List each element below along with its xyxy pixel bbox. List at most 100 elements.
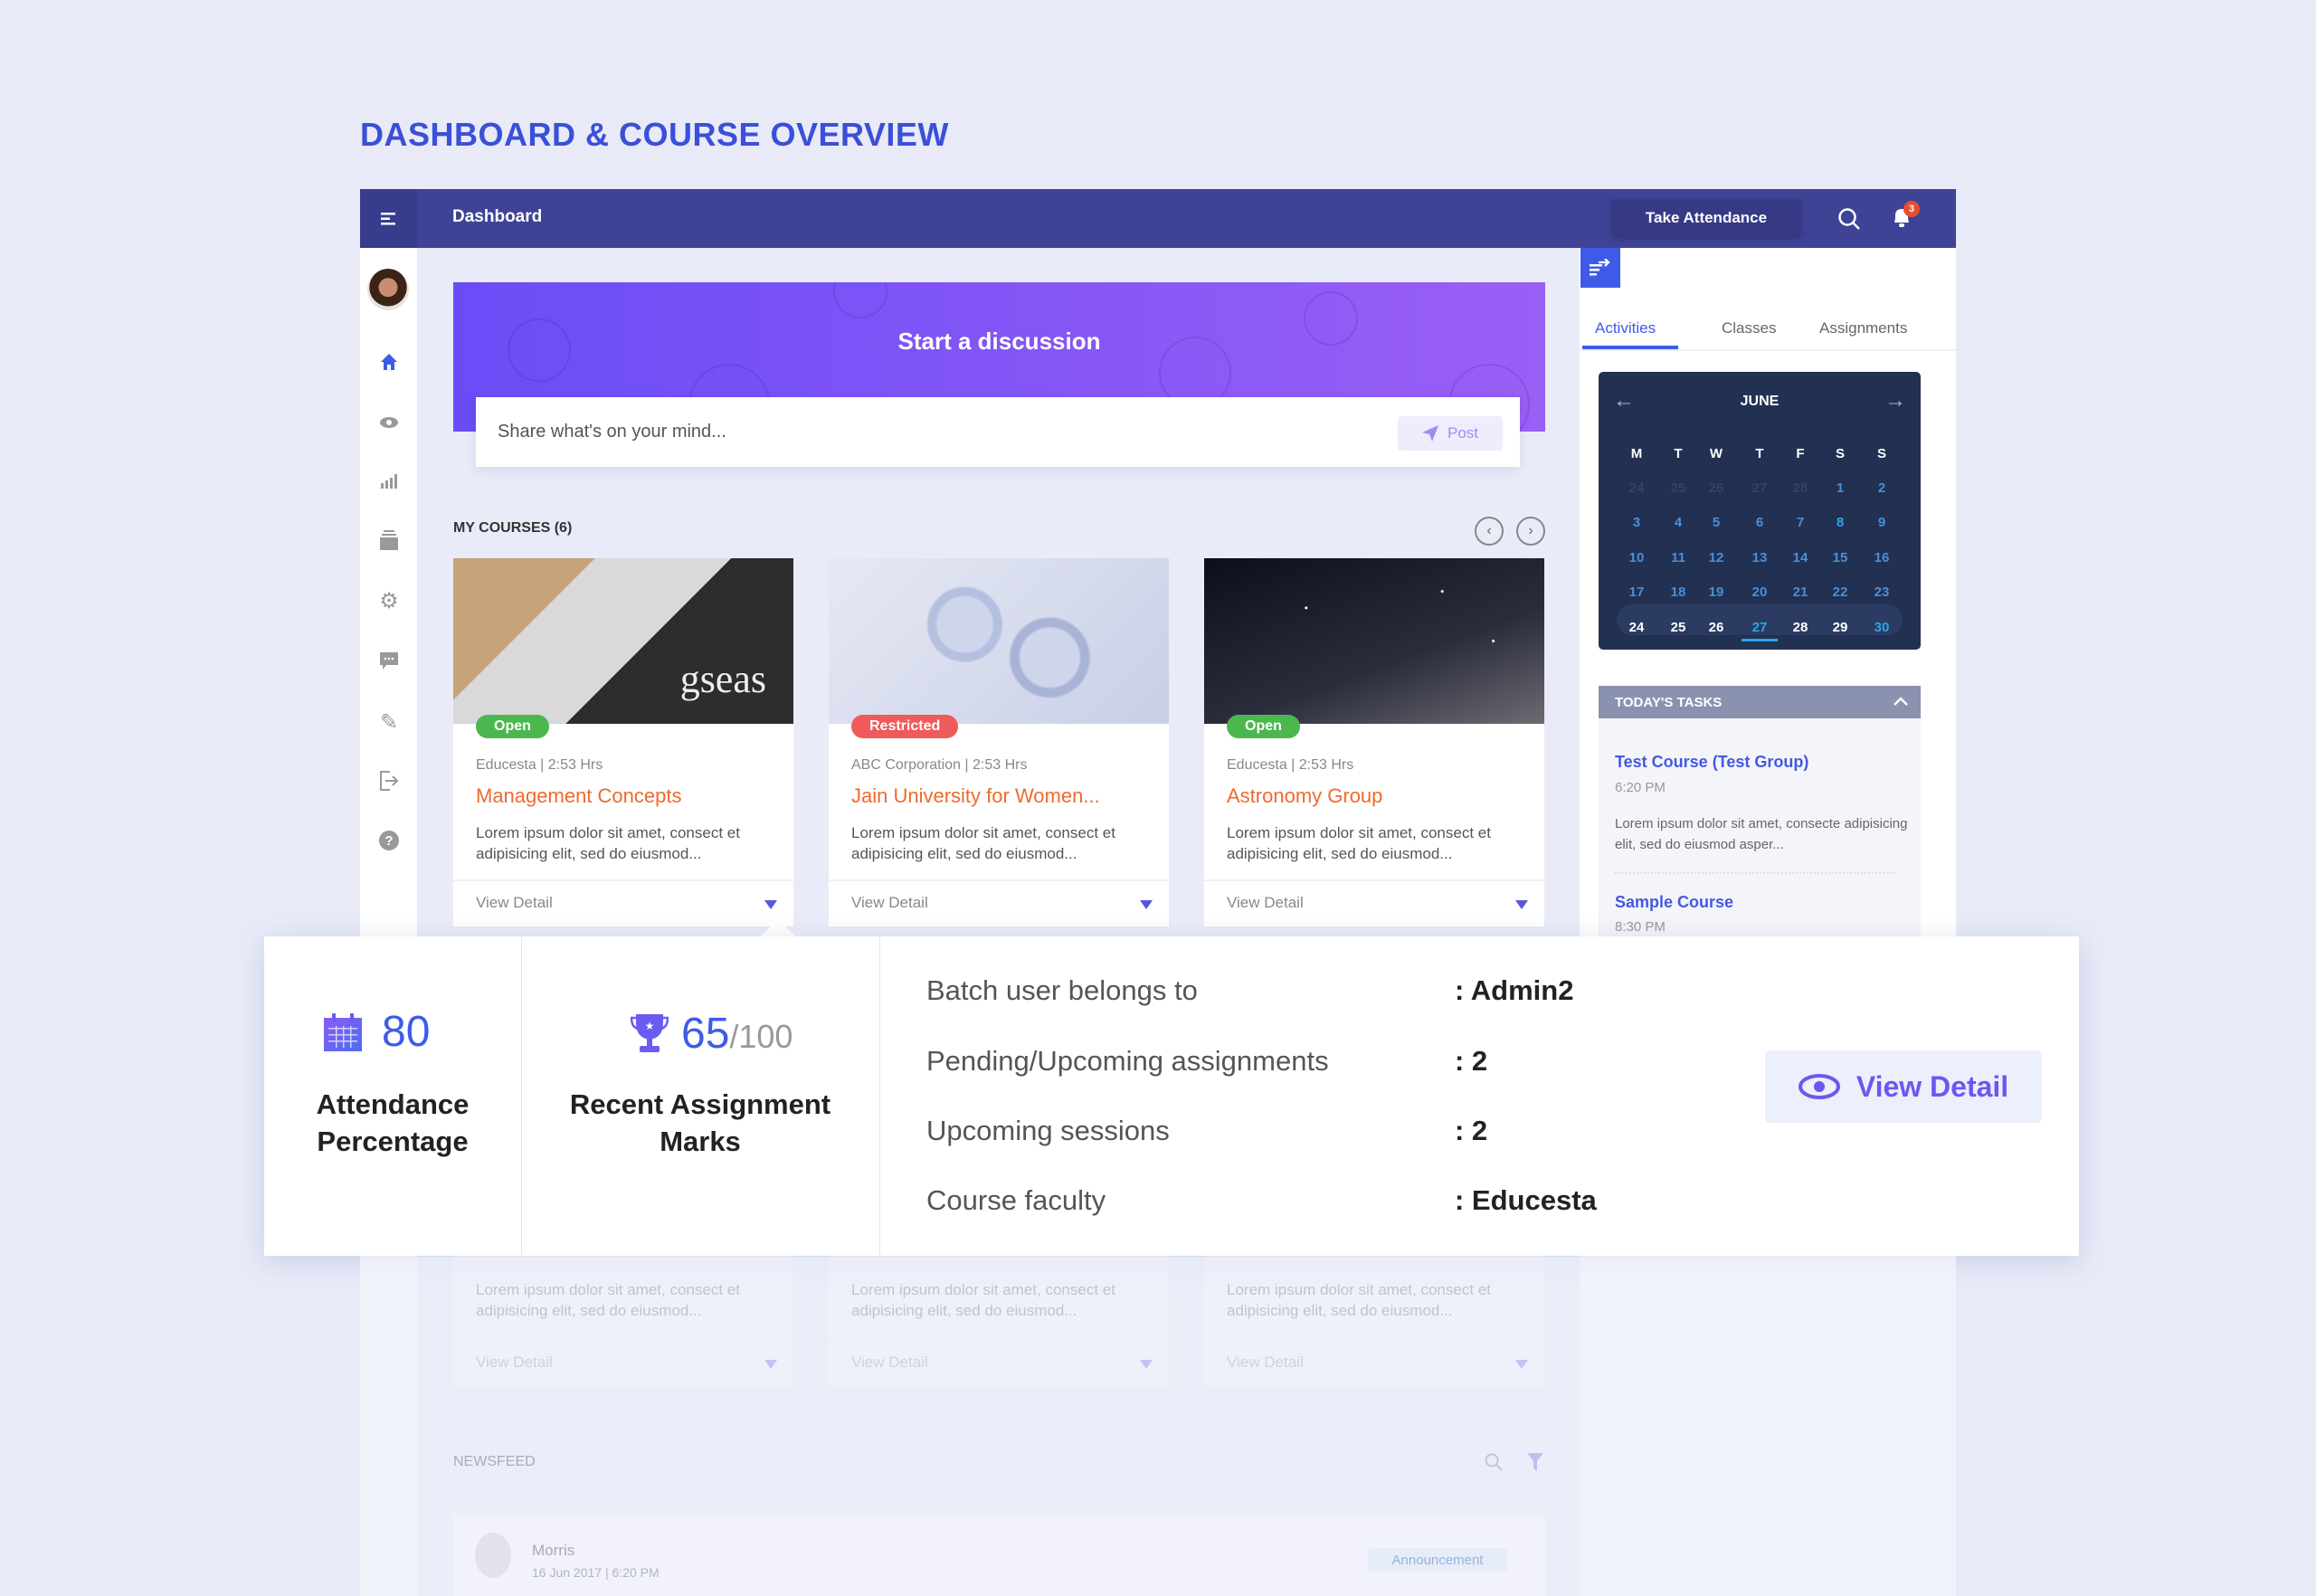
view-detail-button[interactable]: View Detail xyxy=(1765,1050,2042,1123)
calendar-day[interactable]: 28 xyxy=(1782,480,1818,496)
task-title[interactable]: Sample Course xyxy=(1615,893,1733,912)
logout-icon[interactable] xyxy=(377,769,401,793)
tab-activities[interactable]: Activities xyxy=(1595,319,1656,337)
gear-icon[interactable]: ⚙ xyxy=(377,589,401,613)
course-image[interactable] xyxy=(1204,558,1544,724)
calendar-day[interactable]: 29 xyxy=(1822,620,1858,635)
calendar-day[interactable]: 7 xyxy=(1782,515,1818,530)
calendar-day[interactable]: 16 xyxy=(1864,550,1900,565)
view-detail-row[interactable]: View Detail xyxy=(829,879,1169,926)
calendar-day[interactable]: 2 xyxy=(1864,480,1900,496)
task-time: 6:20 PM xyxy=(1615,780,1666,795)
status-badge: Restricted xyxy=(851,715,959,738)
calendar-day[interactable]: 6 xyxy=(1742,515,1778,530)
caret-down-icon[interactable] xyxy=(1140,900,1153,909)
calendar-day[interactable]: 20 xyxy=(1742,584,1778,600)
weekday-label: M xyxy=(1630,446,1643,461)
calendar-day[interactable]: 26 xyxy=(1698,620,1734,635)
course-card[interactable]: Open Educesta | 2:53 Hrs Astronomy Group… xyxy=(1204,558,1544,926)
newsfeed-search-icon[interactable] xyxy=(1485,1453,1503,1471)
calendar-day[interactable]: 22 xyxy=(1822,584,1858,600)
marks-total: /100 xyxy=(729,1018,793,1055)
calendar-day[interactable]: 9 xyxy=(1864,515,1900,530)
courses-prev-button[interactable]: ‹ xyxy=(1475,517,1504,546)
view-detail-link[interactable]: View Detail xyxy=(476,894,553,912)
task-title[interactable]: Test Course (Test Group) xyxy=(1615,753,1808,772)
courses-next-button[interactable]: › xyxy=(1516,517,1545,546)
course-title[interactable]: Management Concepts xyxy=(476,784,681,808)
view-detail-row[interactable]: View Detail xyxy=(453,879,793,926)
calendar-day[interactable]: 28 xyxy=(1782,620,1818,635)
batch-label: Batch user belongs to xyxy=(926,974,1198,1006)
calendar-day[interactable]: 19 xyxy=(1698,584,1734,600)
view-detail-row[interactable]: View Detail xyxy=(1204,879,1544,926)
calendar-day[interactable]: 15 xyxy=(1822,550,1858,565)
archive-icon[interactable] xyxy=(377,528,401,552)
menu-button[interactable] xyxy=(360,189,417,248)
filter-icon[interactable] xyxy=(1527,1453,1543,1471)
calendar-day[interactable]: 25 xyxy=(1660,620,1696,635)
tab-classes[interactable]: Classes xyxy=(1722,319,1776,337)
eye-icon[interactable] xyxy=(377,411,401,434)
page-title: DASHBOARD & COURSE OVERVIEW xyxy=(360,116,949,153)
calendar-day[interactable]: 27 xyxy=(1742,620,1778,641)
course-image[interactable] xyxy=(829,558,1169,724)
course-detail-popover: 80 Attendance Percentage ★ 65/100 Recent… xyxy=(264,936,2079,1256)
next-month-arrow-icon[interactable]: → xyxy=(1884,388,1906,413)
calendar-day[interactable]: 13 xyxy=(1742,550,1778,565)
post-button[interactable]: Post xyxy=(1398,416,1503,451)
calendar-day[interactable]: 10 xyxy=(1618,550,1655,565)
calendar-day[interactable]: 24 xyxy=(1618,480,1655,496)
bar-chart-icon[interactable] xyxy=(377,470,401,493)
course-image[interactable]: gseas xyxy=(453,558,793,724)
course-card[interactable]: gseas Open Educesta | 2:53 Hrs Managemen… xyxy=(453,558,793,926)
divider xyxy=(521,936,522,1256)
pencil-icon[interactable]: ✎ xyxy=(377,710,401,735)
tab-assignments[interactable]: Assignments xyxy=(1819,319,1907,337)
calendar-day[interactable]: 25 xyxy=(1660,480,1696,496)
calendar-day[interactable]: 30 xyxy=(1864,620,1900,635)
calendar-day[interactable]: 5 xyxy=(1698,515,1734,530)
take-attendance-button[interactable]: Take Attendance xyxy=(1611,199,1801,236)
course-card[interactable]: Restricted ABC Corporation | 2:53 Hrs Ja… xyxy=(829,558,1169,926)
course-title[interactable]: Jain University for Women... xyxy=(851,784,1100,808)
calendar-day[interactable]: 4 xyxy=(1660,515,1696,530)
caret-down-icon[interactable] xyxy=(764,900,777,909)
image-logo-text: gseas xyxy=(679,657,766,701)
weekday-label: T xyxy=(1755,446,1764,461)
search-icon[interactable] xyxy=(1837,207,1861,231)
discussion-input[interactable]: Share what's on your mind... xyxy=(476,397,1520,467)
send-icon xyxy=(1421,425,1438,442)
trophy-icon: ★ xyxy=(631,1013,669,1052)
view-detail-link[interactable]: View Detail xyxy=(1227,894,1304,912)
calendar-day[interactable]: 8 xyxy=(1822,515,1858,530)
caret-down-icon[interactable] xyxy=(1515,900,1528,909)
course-title[interactable]: Astronomy Group xyxy=(1227,784,1382,808)
calendar-day[interactable]: 24 xyxy=(1618,620,1655,635)
active-tab-indicator xyxy=(1582,346,1678,349)
panel-toggle-button[interactable] xyxy=(1580,248,1620,288)
view-detail-link[interactable]: View Detail xyxy=(851,894,928,912)
course-meta: Educesta | 2:53 Hrs xyxy=(1227,757,1354,773)
calendar-day[interactable]: 12 xyxy=(1698,550,1734,565)
course-desc: Lorem ipsum dolor sit amet, consect et a… xyxy=(1227,824,1491,862)
post-date: 16 Jun 2017 | 6:20 PM xyxy=(532,1565,660,1580)
calendar-day[interactable]: 18 xyxy=(1660,584,1696,600)
home-icon[interactable] xyxy=(377,350,401,374)
calendar-day[interactable]: 21 xyxy=(1782,584,1818,600)
todays-tasks-header[interactable]: TODAY'S TASKS xyxy=(1599,686,1921,718)
calendar-day[interactable]: 11 xyxy=(1660,550,1696,565)
chevron-up-icon[interactable] xyxy=(1894,697,1908,706)
calendar-day[interactable]: 17 xyxy=(1618,584,1655,600)
calendar-day[interactable]: 1 xyxy=(1822,480,1858,496)
calendar-day[interactable]: 26 xyxy=(1698,480,1734,496)
calendar-day[interactable]: 23 xyxy=(1864,584,1900,600)
divider xyxy=(879,936,880,1256)
chat-icon[interactable] xyxy=(377,650,401,673)
calendar-day[interactable]: 27 xyxy=(1742,480,1778,496)
avatar[interactable] xyxy=(367,269,409,310)
help-icon[interactable]: ? xyxy=(377,829,401,852)
calendar-day[interactable]: 3 xyxy=(1618,515,1655,530)
calendar-day[interactable]: 14 xyxy=(1782,550,1818,565)
pending-assignments-label: Pending/Upcoming assignments xyxy=(926,1045,1329,1077)
